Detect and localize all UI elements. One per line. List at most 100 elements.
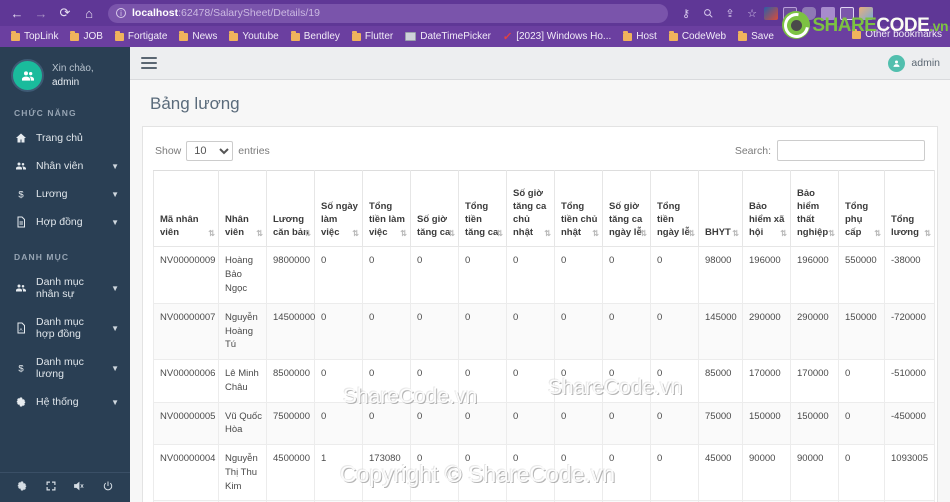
sidebar-item-danh-muc-hop-dong[interactable]: A Danh mục hợp đồng ▼ xyxy=(0,308,130,348)
hamburger-icon[interactable] xyxy=(141,57,157,70)
url-text: localhost:62478/SalarySheet/Details/19 xyxy=(132,7,320,19)
table-column-header[interactable]: Số giờ tăng ca ⇅ xyxy=(410,170,459,248)
sort-updown-icon[interactable]: ⇅ xyxy=(780,229,787,240)
table-row[interactable]: NV00000004 Nguyễn Thị Thu Kim 4500000 1 1730… xyxy=(153,444,935,502)
table-column-header[interactable]: Tổng tiền chủ nhật ⇅ xyxy=(554,170,603,248)
sidebar-item-danh-muc-luong[interactable]: $ Danh mục lương ▼ xyxy=(0,348,130,388)
extension-icon-5[interactable] xyxy=(840,6,854,20)
reload-icon[interactable]: ⟳ xyxy=(54,2,76,24)
sort-updown-icon[interactable]: ⇅ xyxy=(544,229,551,240)
avatar xyxy=(11,59,44,92)
sort-updown-icon[interactable]: ⇅ xyxy=(688,229,695,240)
table-column-header[interactable]: Mã nhân viên ⇅ xyxy=(153,170,219,248)
share-icon[interactable]: ⇪ xyxy=(720,3,740,23)
other-bookmarks[interactable]: Other bookmarks xyxy=(846,28,948,40)
table-cell: 170000 xyxy=(742,359,791,403)
table-row[interactable]: NV00000007 Nguyễn Hoàng Tú 14500000 0 0 0 0 0 0 0… xyxy=(153,302,935,361)
gear-icon[interactable] xyxy=(16,479,28,497)
table-column-header[interactable]: BHYT ⇅ xyxy=(698,170,743,248)
bookmark-item[interactable]: Save xyxy=(732,30,780,42)
page-length-select[interactable]: 10 25 50 100 xyxy=(186,140,234,161)
sidebar-item-nhan-vien[interactable]: Nhân viên ▼ xyxy=(0,152,130,180)
site-info-icon[interactable]: i xyxy=(116,8,126,18)
sort-updown-icon[interactable]: ⇅ xyxy=(874,229,881,240)
bookmark-item[interactable]: CodeWeb xyxy=(663,30,732,42)
table-column-header[interactable]: Tổng tiền làm việc ⇅ xyxy=(362,170,411,248)
extension-icon-3[interactable] xyxy=(802,6,816,20)
volume-off-icon[interactable] xyxy=(73,479,85,497)
table-column-header[interactable]: Tổng tiền ngày lễ ⇅ xyxy=(650,170,699,248)
puzzle-icon[interactable] xyxy=(821,6,835,20)
sort-updown-icon[interactable]: ⇅ xyxy=(352,229,359,240)
sort-updown-icon[interactable]: ⇅ xyxy=(640,229,647,240)
table-cell: 0 xyxy=(506,246,555,304)
bookmark-item[interactable]: News xyxy=(173,30,223,42)
bookmark-item[interactable]: TopLink xyxy=(5,30,64,42)
sidebar-item-he-thong[interactable]: Hệ thống ▼ xyxy=(0,388,130,416)
bookmark-label: Youtube xyxy=(242,31,279,42)
table-cell: 0 xyxy=(458,401,507,446)
bookmark-item[interactable]: Youtube xyxy=(223,30,284,42)
sort-updown-icon[interactable]: ⇅ xyxy=(828,229,835,240)
sidebar-item-luong[interactable]: $ Lương ▼ xyxy=(0,180,130,208)
sort-updown-icon[interactable]: ⇅ xyxy=(208,229,215,240)
table-cell: 0 xyxy=(362,401,411,446)
sidebar-item-label: Lương xyxy=(36,188,68,200)
folder-icon xyxy=(852,28,862,39)
table-cell: 0 xyxy=(506,359,555,403)
sidebar-item-danh-muc-nhan-su[interactable]: Danh mục nhân sự ▼ xyxy=(0,268,130,308)
bookmark-item[interactable]: ✓ [2023] Windows Ho... xyxy=(497,30,617,43)
table-column-header[interactable]: Lương căn bản ⇅ xyxy=(266,170,315,248)
table-row[interactable]: NV00000005 Vũ Quốc Hòa 7500000 0 0 0 0 0 0 0 0 7500… xyxy=(153,401,935,446)
key-icon[interactable]: ⚷ xyxy=(676,3,696,23)
fullscreen-icon[interactable] xyxy=(45,479,57,497)
table-column-header[interactable]: Tổng tiền tăng ca ⇅ xyxy=(458,170,507,248)
bookmark-item[interactable]: Bendley xyxy=(285,30,346,42)
search-icon[interactable] xyxy=(698,3,718,23)
chevron-down-icon: ▼ xyxy=(111,363,119,373)
table-column-header[interactable]: Tổng phụ cấp ⇅ xyxy=(838,170,885,248)
back-icon[interactable]: ← xyxy=(6,2,28,24)
table-column-header-label: Tổng tiền tăng ca xyxy=(465,201,499,238)
sort-updown-icon[interactable]: ⇅ xyxy=(592,229,599,240)
table-row[interactable]: NV00000009 Hoàng Bảo Ngọc 9800000 0 0 0 0 0 0 0 0 9… xyxy=(153,246,935,304)
table-column-header[interactable]: Số ngày làm việc ⇅ xyxy=(314,170,363,248)
forward-icon[interactable]: → xyxy=(30,2,52,24)
bookmark-label: [2023] Windows Ho... xyxy=(516,31,612,42)
sort-updown-icon[interactable]: ⇅ xyxy=(924,229,931,240)
bookmark-item[interactable]: Fortigate xyxy=(109,30,173,42)
sort-updown-icon[interactable]: ⇅ xyxy=(448,229,455,240)
sort-updown-icon[interactable]: ⇅ xyxy=(496,229,503,240)
table-column-header[interactable]: Nhân viên ⇅ xyxy=(218,170,267,248)
sort-updown-icon[interactable]: ⇅ xyxy=(304,229,311,240)
table-column-header[interactable]: Tổng lương ⇅ xyxy=(884,170,935,248)
sort-updown-icon[interactable]: ⇅ xyxy=(400,229,407,240)
extension-icon-2[interactable] xyxy=(783,6,797,20)
chevron-down-icon: ▼ xyxy=(111,189,119,199)
table-row[interactable]: NV00000006 Lê Minh Châu 8500000 0 0 0 0 0 0 0 0 850… xyxy=(153,359,935,403)
home-icon[interactable]: ⌂ xyxy=(78,2,100,24)
extension-icon-1[interactable] xyxy=(764,6,778,20)
table-column-header-label: Tổng phụ cấp xyxy=(845,201,869,238)
bookmark-item[interactable]: DateTimePicker xyxy=(399,31,497,42)
address-bar[interactable]: i localhost:62478/SalarySheet/Details/19 xyxy=(108,3,668,23)
sort-updown-icon[interactable]: ⇅ xyxy=(256,229,263,240)
sidebar-item-trang-chu[interactable]: Trang chủ xyxy=(0,124,130,152)
star-icon[interactable]: ☆ xyxy=(742,3,762,23)
table-column-header[interactable]: Số giờ tăng ca ngày lễ ⇅ xyxy=(602,170,651,248)
table-column-header[interactable]: Số giờ tăng ca chủ nhật ⇅ xyxy=(506,170,555,248)
power-icon[interactable] xyxy=(102,479,114,497)
table-cell: Hoàng Bảo Ngọc xyxy=(218,246,267,304)
table-column-header[interactable]: Bảo hiểm thất nghiệp ⇅ xyxy=(790,170,839,248)
chevron-down-icon: ▼ xyxy=(111,323,119,333)
sort-updown-icon[interactable]: ⇅ xyxy=(732,229,739,240)
bookmark-item[interactable]: JOB xyxy=(64,30,108,42)
bookmark-item[interactable]: Flutter xyxy=(346,30,399,42)
search-input[interactable] xyxy=(777,140,925,162)
topbar-user[interactable]: admin xyxy=(888,54,940,72)
sidebar-item-hop-dong[interactable]: Hợp đồng ▼ xyxy=(0,208,130,236)
bookmark-item[interactable]: Host xyxy=(617,30,663,42)
profile-avatar-icon[interactable] xyxy=(859,6,873,20)
table-cell: 0 xyxy=(410,359,459,403)
table-column-header[interactable]: Bảo hiểm xã hội ⇅ xyxy=(742,170,791,248)
